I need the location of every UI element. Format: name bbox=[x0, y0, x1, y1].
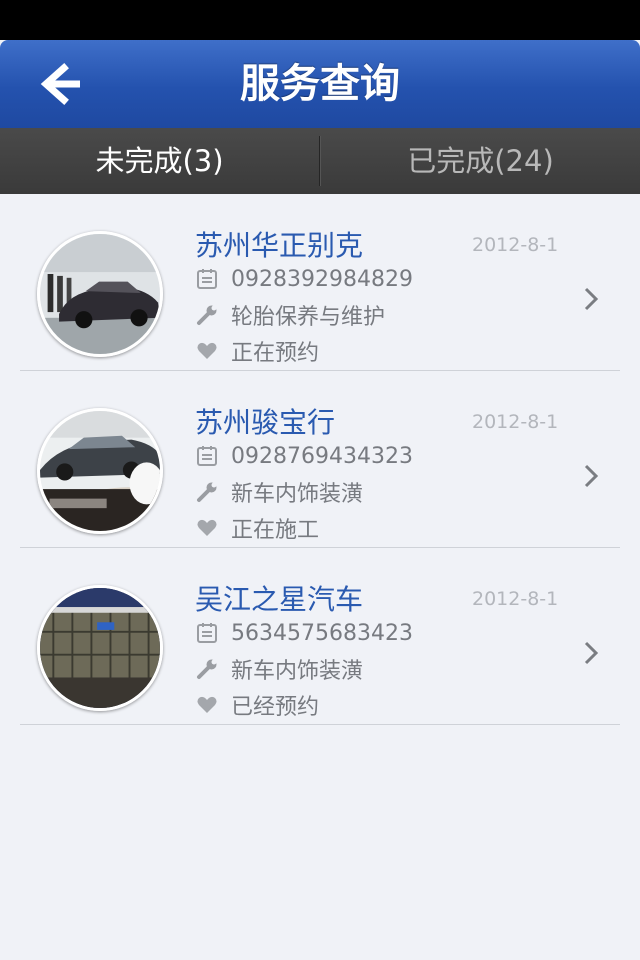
phone-row: 0928392984829 bbox=[196, 264, 413, 294]
dealer-name: 吴江之星汽车 bbox=[195, 583, 364, 616]
list-item[interactable]: 苏州华正别克 2012-8-1 0928392984829 轮胎保养与维护 正在… bbox=[0, 194, 640, 371]
notepad-icon bbox=[197, 269, 217, 289]
status-text: 正在施工 bbox=[231, 518, 320, 543]
phone-row: 0928769434323 bbox=[196, 441, 413, 471]
divider bbox=[20, 724, 620, 725]
service-type: 新车内饰装潢 bbox=[231, 659, 364, 684]
service-type: 轮胎保养与维护 bbox=[231, 305, 386, 330]
status-row: 正在施工 bbox=[196, 513, 319, 543]
status-text: 正在预约 bbox=[231, 341, 320, 366]
phone-row: 5634575683423 bbox=[196, 618, 413, 648]
status-row: 已经预约 bbox=[196, 690, 319, 720]
item-date: 2012-8-1 bbox=[472, 234, 559, 256]
notepad-icon bbox=[197, 446, 217, 466]
phone-number: 0928392984829 bbox=[231, 266, 413, 292]
heart-icon bbox=[197, 519, 217, 536]
item-date: 2012-8-1 bbox=[472, 588, 559, 610]
chevron-right-icon bbox=[584, 464, 599, 488]
list-item[interactable]: 苏州骏宝行 2012-8-1 0928769434323 新车内饰装潢 正在施工 bbox=[0, 371, 640, 548]
list-item[interactable]: 吴江之星汽车 2012-8-1 5634575683423 新车内饰装潢 已经预… bbox=[0, 548, 640, 725]
dealer-name: 苏州骏宝行 bbox=[195, 406, 336, 439]
wrench-icon bbox=[197, 482, 217, 502]
service-list: 苏州华正别克 2012-8-1 0928392984829 轮胎保养与维护 正在… bbox=[0, 194, 640, 725]
status-bar bbox=[0, 0, 640, 40]
service-row: 新车内饰装潢 bbox=[196, 654, 363, 684]
chevron-right-icon bbox=[584, 641, 599, 665]
notepad-icon bbox=[197, 623, 217, 643]
tab-bar: 未完成(3) 已完成(24) bbox=[0, 128, 640, 194]
wrench-icon bbox=[197, 659, 217, 679]
status-text: 已经预约 bbox=[231, 695, 320, 720]
service-type: 新车内饰装潢 bbox=[231, 482, 364, 507]
page-title: 服务查询 bbox=[240, 61, 400, 107]
tab-incomplete[interactable]: 未完成(3) bbox=[0, 128, 319, 194]
phone-number: 5634575683423 bbox=[231, 620, 413, 646]
phone-number: 0928769434323 bbox=[231, 443, 413, 469]
tab-completed[interactable]: 已完成(24) bbox=[321, 128, 640, 194]
service-row: 新车内饰装潢 bbox=[196, 477, 363, 507]
chevron-right-icon bbox=[584, 287, 599, 311]
heart-icon bbox=[197, 342, 217, 359]
service-row: 轮胎保养与维护 bbox=[196, 300, 385, 330]
status-row: 正在预约 bbox=[196, 336, 319, 366]
nav-bar: 服务查询 bbox=[0, 40, 640, 128]
item-date: 2012-8-1 bbox=[472, 411, 559, 433]
heart-icon bbox=[197, 696, 217, 713]
dealer-name: 苏州华正别克 bbox=[195, 229, 364, 262]
dealer-thumbnail bbox=[37, 408, 163, 534]
dealer-thumbnail bbox=[37, 231, 163, 357]
dealer-thumbnail bbox=[37, 585, 163, 711]
wrench-icon bbox=[197, 305, 217, 325]
